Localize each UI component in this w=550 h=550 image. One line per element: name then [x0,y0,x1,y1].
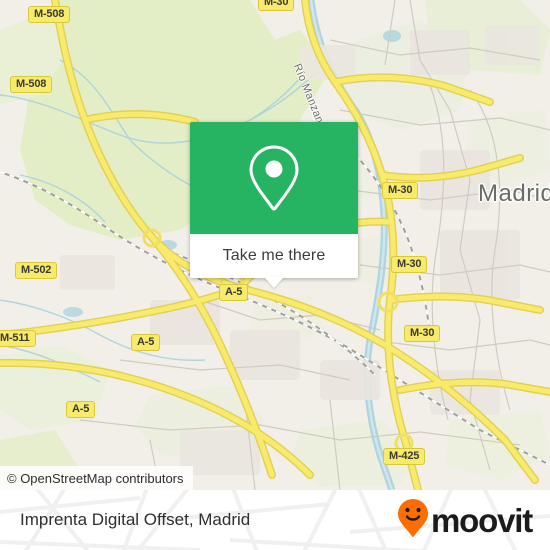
moovit-pin-smiley-icon [397,498,429,543]
map-canvas[interactable]: Madrid Río Manzanares M-508 M-508 M-502 … [0,0,550,490]
road-shield-m-30-mid[interactable]: M-30 [391,256,428,273]
road-shield-m-511[interactable]: M-511 [0,330,36,347]
take-me-there-label: Take me there [222,247,326,264]
road-shield-m-30-south[interactable]: M-30 [404,325,441,342]
map-attribution[interactable]: © OpenStreetMap contributors [0,466,193,490]
map-pin-icon [246,143,302,213]
map-page: Madrid Río Manzanares M-508 M-508 M-502 … [0,0,550,550]
road-shield-m-508-north[interactable]: M-508 [28,6,71,23]
road-shield-m-425[interactable]: M-425 [383,448,426,465]
road-shield-m-30-north[interactable]: M-30 [382,182,419,199]
road-shield-m-508-west[interactable]: M-508 [10,76,53,93]
footer-bar: Imprenta Digital Offset, Madrid moovit [0,490,550,550]
road-shield-m-502[interactable]: M-502 [15,262,58,279]
place-title: Imprenta Digital Offset, Madrid [20,490,250,550]
road-shield-m-30-top[interactable]: M-30 [258,0,295,11]
road-shield-a-5-north[interactable]: A-5 [219,284,249,301]
moovit-logo[interactable]: moovit [397,490,533,550]
city-label-madrid: Madrid [478,180,550,207]
place-title-text: Imprenta Digital Offset, Madrid [20,510,251,529]
take-me-there-button[interactable]: Take me there [190,234,358,288]
attribution-text: © OpenStreetMap contributors [7,470,184,486]
road-shield-a-5-south[interactable]: A-5 [66,401,96,418]
location-popup[interactable]: Take me there [190,122,358,288]
moovit-wordmark: moovit [431,501,533,539]
popup-image-panel [190,122,358,234]
road-shield-a-5-mid[interactable]: A-5 [131,334,161,351]
popup-pointer [264,277,284,288]
